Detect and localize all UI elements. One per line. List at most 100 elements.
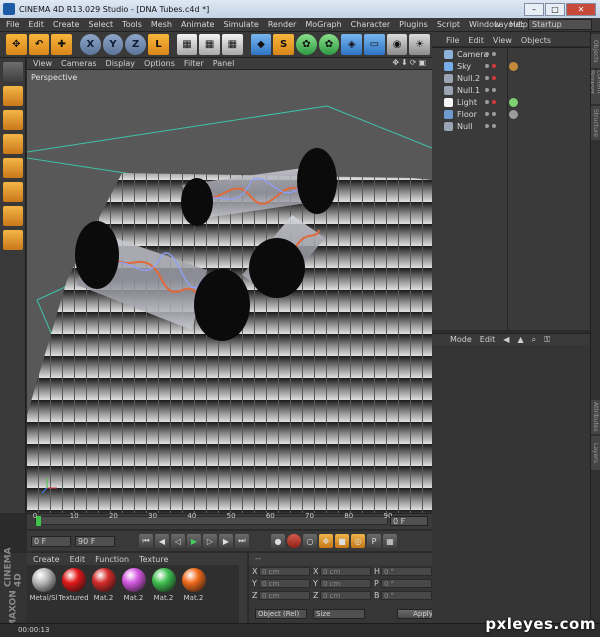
- current-frame-field[interactable]: 0 F: [390, 516, 428, 526]
- visibility-dots[interactable]: [485, 112, 499, 116]
- material-slot[interactable]: Metal/Sl: [29, 565, 58, 623]
- position-key-icon[interactable]: ✥: [319, 534, 333, 548]
- size-y-field[interactable]: 0 cm: [320, 579, 371, 588]
- visibility-dots[interactable]: [485, 52, 499, 56]
- point-level-icon[interactable]: ▦: [383, 534, 397, 548]
- previous-key-icon[interactable]: ◀: [155, 534, 169, 548]
- visibility-dots[interactable]: [485, 124, 499, 128]
- menu-character[interactable]: Character: [351, 20, 391, 29]
- viewport-menu-options[interactable]: Options: [144, 59, 175, 68]
- visibility-dots[interactable]: [485, 76, 499, 80]
- object-row[interactable]: Null.2: [432, 72, 590, 84]
- object-row[interactable]: Sky: [432, 60, 590, 72]
- close-button[interactable]: ✕: [566, 2, 596, 16]
- position-y-field[interactable]: 0 cm: [259, 579, 310, 588]
- viewport-menu-panel[interactable]: Panel: [213, 59, 235, 68]
- autokey-icon[interactable]: [287, 534, 301, 548]
- visibility-dots[interactable]: [485, 88, 499, 92]
- z-axis-toggle[interactable]: Z: [125, 34, 147, 55]
- cube-primitive-icon[interactable]: ◆: [250, 34, 272, 55]
- parameter-key-icon[interactable]: P: [367, 534, 381, 548]
- start-frame-field[interactable]: 0 F: [31, 535, 71, 547]
- menu-create[interactable]: Create: [53, 20, 80, 29]
- material-scrollbar[interactable]: [239, 565, 247, 623]
- coordinate-mode-select[interactable]: Object (Rel): [255, 609, 307, 619]
- material-menu-edit[interactable]: Edit: [70, 555, 86, 564]
- object-row[interactable]: Camera: [432, 48, 590, 60]
- make-editable-icon[interactable]: [3, 62, 23, 82]
- end-frame-field[interactable]: 90 F: [75, 535, 115, 547]
- side-tab-attributes[interactable]: Attributes: [591, 400, 600, 434]
- points-mode-icon[interactable]: [3, 134, 23, 154]
- menu-tools[interactable]: Tools: [122, 20, 142, 29]
- object-menu-view[interactable]: View: [493, 36, 512, 45]
- minimize-button[interactable]: –: [524, 2, 544, 16]
- menu-select[interactable]: Select: [88, 20, 113, 29]
- render-settings-icon[interactable]: ▦: [222, 34, 243, 55]
- keyframe-selection-icon[interactable]: ○: [303, 534, 317, 548]
- coordinate-system-icon[interactable]: L: [148, 34, 169, 55]
- size-mode-select[interactable]: Size: [313, 609, 365, 619]
- array-generator-icon[interactable]: ✿: [318, 34, 340, 55]
- nurbs-generator-icon[interactable]: ✿: [295, 34, 317, 55]
- object-menu-objects[interactable]: Objects: [521, 36, 551, 45]
- rotation-key-icon[interactable]: ◎: [351, 534, 365, 548]
- position-x-field[interactable]: 0 cm: [259, 567, 310, 576]
- perspective-viewport[interactable]: Perspective: [27, 70, 432, 513]
- maximize-button[interactable]: □: [545, 2, 565, 16]
- search-icon[interactable]: ⌕: [532, 335, 536, 345]
- material-slot[interactable]: Textured: [58, 565, 89, 623]
- up-arrow-icon[interactable]: ▲: [517, 335, 523, 344]
- next-frame-icon[interactable]: ▷: [203, 534, 217, 548]
- rotation-p-field[interactable]: 0 °: [381, 579, 432, 588]
- object-tag-icon[interactable]: [509, 97, 518, 107]
- size-z-field[interactable]: 0 cm: [320, 591, 371, 600]
- axis-mode-icon[interactable]: [3, 206, 23, 226]
- viewport-menu-view[interactable]: View: [33, 59, 52, 68]
- render-picture-viewer-icon[interactable]: ▦: [199, 34, 220, 55]
- menu-edit[interactable]: Edit: [28, 20, 44, 29]
- material-menu-create[interactable]: Create: [33, 555, 60, 564]
- undo-icon[interactable]: ↶: [28, 34, 50, 55]
- object-menu-file[interactable]: File: [446, 36, 459, 45]
- menu-mograph[interactable]: MoGraph: [305, 20, 341, 29]
- previous-frame-icon[interactable]: ◁: [171, 534, 185, 548]
- model-mode-icon[interactable]: [3, 86, 23, 106]
- material-slot[interactable]: Mat.2: [89, 565, 118, 623]
- y-axis-toggle[interactable]: Y: [102, 34, 124, 55]
- menu-mesh[interactable]: Mesh: [151, 20, 172, 29]
- position-z-field[interactable]: 0 cm: [259, 591, 310, 600]
- size-x-field[interactable]: 0 cm: [320, 567, 371, 576]
- material-menu-texture[interactable]: Texture: [139, 555, 168, 564]
- menu-simulate[interactable]: Simulate: [223, 20, 258, 29]
- edges-mode-icon[interactable]: [3, 158, 23, 178]
- go-to-end-icon[interactable]: ⏭: [235, 534, 249, 548]
- viewport-navigation-icons[interactable]: ✥⬇⟳▣: [392, 58, 428, 67]
- texture-mode-icon[interactable]: [3, 110, 23, 130]
- render-view-icon[interactable]: ▦: [176, 34, 198, 55]
- deformer-icon[interactable]: ◈: [341, 34, 363, 55]
- timeline-track[interactable]: [35, 516, 388, 526]
- material-slot[interactable]: Mat.2: [149, 565, 178, 623]
- menu-render[interactable]: Render: [268, 20, 296, 29]
- move-tool-icon[interactable]: ✥: [6, 34, 27, 55]
- object-tag-icon[interactable]: [509, 61, 518, 71]
- object-column-divider[interactable]: [507, 47, 508, 330]
- side-tab-content-browser[interactable]: Content Browser: [591, 70, 600, 104]
- camera-icon[interactable]: ◉: [386, 34, 408, 55]
- object-row[interactable]: Null: [432, 120, 590, 132]
- menu-script[interactable]: Script: [437, 20, 460, 29]
- side-tab-structure[interactable]: Structure: [591, 106, 600, 140]
- record-icon[interactable]: ●: [271, 534, 285, 548]
- visibility-dots[interactable]: [485, 100, 499, 104]
- light-bulb-icon[interactable]: ☀: [409, 34, 431, 55]
- scale-key-icon[interactable]: ■: [335, 534, 349, 548]
- side-tab-objects[interactable]: Objects: [591, 34, 600, 68]
- viewport-menu-cameras[interactable]: Cameras: [61, 59, 97, 68]
- rotation-h-field[interactable]: 0 °: [381, 567, 432, 576]
- viewport-menu-filter[interactable]: Filter: [184, 59, 204, 68]
- object-tag-icon[interactable]: [509, 109, 518, 119]
- x-axis-toggle[interactable]: X: [79, 34, 101, 55]
- next-key-icon[interactable]: ▶: [219, 534, 233, 548]
- snap-magnet-icon[interactable]: [3, 230, 23, 250]
